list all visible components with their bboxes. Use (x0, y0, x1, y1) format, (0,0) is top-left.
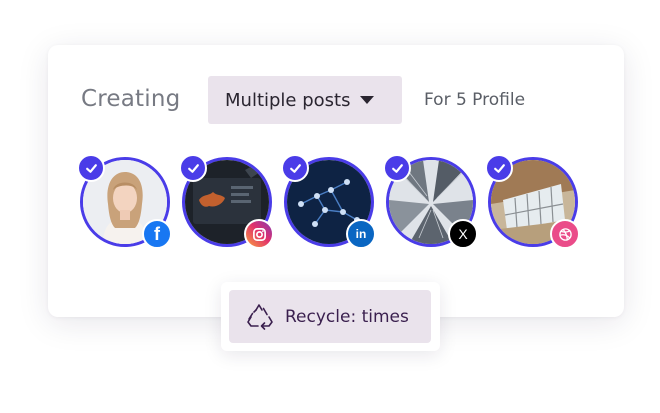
profile-avatar-instagram[interactable] (179, 154, 274, 249)
recycle-button[interactable]: Recycle: times (229, 290, 431, 343)
linkedin-icon: in (346, 219, 376, 249)
dribbble-icon (550, 219, 580, 249)
selected-check-icon (383, 154, 411, 182)
x-icon: X (448, 219, 478, 249)
creating-label: Creating (81, 86, 181, 112)
post-mode-selected: Multiple posts (225, 89, 351, 111)
post-mode-dropdown[interactable]: Multiple posts (208, 76, 402, 124)
selected-check-icon (77, 154, 105, 182)
facebook-icon: f (142, 219, 172, 249)
caret-down-icon (360, 96, 375, 104)
recycle-icon (247, 303, 273, 330)
profile-avatar-facebook[interactable]: f (77, 154, 172, 249)
recycle-label: Recycle: times (285, 306, 409, 327)
profile-avatar-linkedin[interactable]: in (281, 154, 376, 249)
selected-check-icon (179, 154, 207, 182)
selected-check-icon (485, 154, 513, 182)
profile-count-label: For 5 Profile (424, 90, 526, 110)
profile-avatar-x[interactable]: X (383, 154, 478, 249)
profile-avatar-dribbble[interactable] (485, 154, 580, 249)
instagram-icon (244, 219, 274, 249)
selected-check-icon (281, 154, 309, 182)
